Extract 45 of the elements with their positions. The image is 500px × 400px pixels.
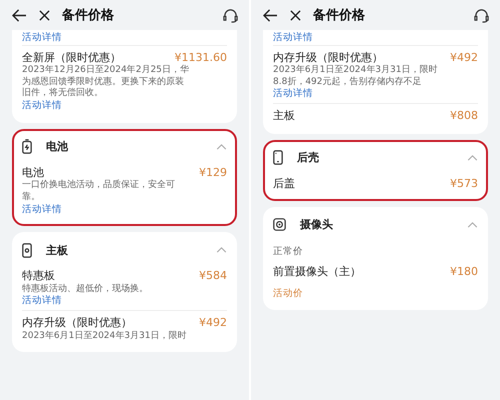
headset-icon[interactable] xyxy=(473,8,490,22)
part-name: 内存升级（限时优惠） xyxy=(22,316,133,330)
part-price: ¥573 xyxy=(450,176,478,191)
part-name: 电池 xyxy=(22,166,45,180)
part-description: 2023年6月1日至2024年3月31日，限时8.8折，492元起，告别存储内存不足 xyxy=(273,65,438,88)
price-type-label: 正常价 xyxy=(273,244,304,259)
part-description: 特惠板活动、超低价，现场换。 xyxy=(22,284,149,295)
category-title: 摄像头 xyxy=(300,217,334,232)
details-link[interactable]: 活动详情 xyxy=(22,295,62,308)
part-name: 特惠板 xyxy=(22,269,56,284)
headset-icon[interactable] xyxy=(222,8,239,22)
close-icon[interactable] xyxy=(39,10,50,20)
battery-icon xyxy=(22,139,32,154)
camera-icon xyxy=(273,218,286,232)
part-price: ¥584 xyxy=(199,269,227,284)
part-description: 一口价换电池活动，品质保证，安全可靠。 xyxy=(22,180,176,204)
page-title: 备件价格 xyxy=(62,7,115,24)
part-name: 全新屏（限时优惠） xyxy=(22,50,122,64)
price-type-label: 活动价 xyxy=(273,287,304,302)
close-icon[interactable] xyxy=(290,10,301,20)
part-price: ¥129 xyxy=(199,166,227,180)
back-icon[interactable] xyxy=(12,8,27,22)
board-icon xyxy=(22,242,32,258)
part-name: 主板 xyxy=(273,109,296,124)
part-name: 内存升级（限时优惠） xyxy=(273,50,384,64)
part-price: ¥808 xyxy=(450,109,478,124)
part-price: ¥1131.60 xyxy=(174,50,227,64)
category-title: 后壳 xyxy=(297,150,320,166)
part-description: 2023年12月26日至2024年2月25日，华为感恩回馈季限时优惠。更换下来的原装旧件，将无偿回收。 xyxy=(22,65,190,100)
part-description: 2023年6月1日至2024年3月31日，限时 xyxy=(22,330,188,342)
details-link[interactable]: 活动详情 xyxy=(22,100,62,113)
part-price: ¥492 xyxy=(199,316,227,331)
category-title: 主板 xyxy=(46,242,69,258)
part-price: ¥180 xyxy=(450,264,478,280)
details-link[interactable]: 活动详情 xyxy=(273,32,478,45)
page-title: 备件价格 xyxy=(313,7,366,24)
details-link[interactable]: 活动详情 xyxy=(22,204,62,216)
part-name: 后盖 xyxy=(273,176,296,191)
part-name: 前置摄像头（主） xyxy=(273,264,362,280)
details-link[interactable]: 活动详情 xyxy=(273,88,313,102)
category-title: 电池 xyxy=(46,139,69,154)
phone-icon xyxy=(273,150,283,166)
details-link[interactable]: 活动详情 xyxy=(22,32,227,45)
part-price: ¥492 xyxy=(450,50,478,66)
back-icon[interactable] xyxy=(263,8,278,22)
